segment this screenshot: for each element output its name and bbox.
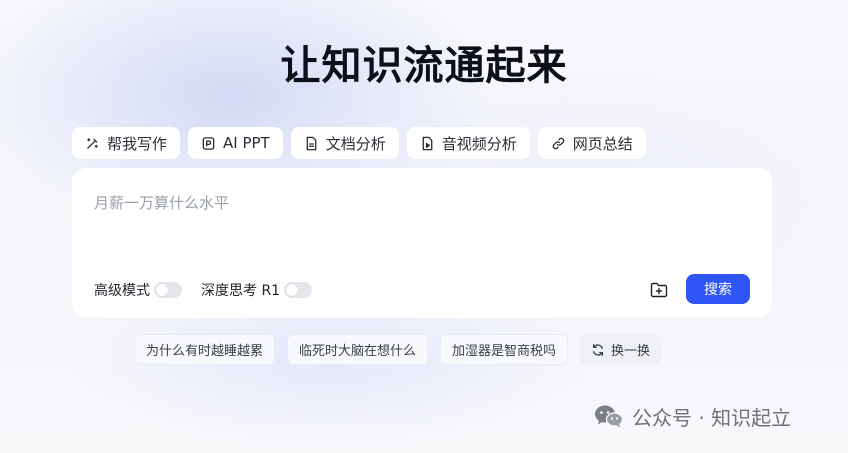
advanced-mode-label: 高级模式 bbox=[94, 283, 150, 299]
tool-media-analysis-label: 音视频分析 bbox=[441, 134, 517, 153]
suggestion-chip[interactable]: 临死时大脑在想什么 bbox=[287, 334, 429, 365]
link-icon bbox=[551, 136, 566, 151]
deep-think-toggle[interactable]: 深度思考 R1 bbox=[201, 280, 313, 300]
tool-ai-ppt-button[interactable]: AI PPT bbox=[188, 127, 283, 159]
refresh-icon bbox=[591, 343, 605, 357]
ppt-icon bbox=[201, 136, 216, 151]
watermark-text: 公众号 · 知识起立 bbox=[632, 406, 792, 430]
deep-think-switch[interactable] bbox=[284, 282, 313, 298]
folder-plus-icon bbox=[649, 280, 669, 300]
refresh-suggestions-button[interactable]: 换一换 bbox=[580, 334, 662, 365]
page-title: 让知识流通起来 bbox=[280, 43, 568, 89]
tool-ai-ppt-label: AI PPT bbox=[223, 134, 270, 152]
upload-file-button[interactable] bbox=[648, 279, 670, 301]
switch-knob bbox=[286, 284, 299, 296]
watermark: 公众号 · 知识起立 bbox=[594, 402, 791, 431]
suggestion-row: 为什么有时越睡越累 临死时大脑在想什么 加湿器是智商税吗 换一换 bbox=[134, 334, 662, 365]
tool-chip-row: 帮我写作 AI PPT 文档分析 音视频分析 网页总结 bbox=[72, 127, 646, 159]
magic-wand-icon bbox=[85, 136, 100, 151]
media-file-icon bbox=[420, 136, 435, 151]
tool-webpage-summary-label: 网页总结 bbox=[572, 134, 633, 153]
tool-writing-label: 帮我写作 bbox=[107, 134, 168, 153]
document-icon bbox=[304, 136, 319, 151]
tool-document-analysis-button[interactable]: 文档分析 bbox=[290, 127, 399, 159]
refresh-label: 换一换 bbox=[611, 344, 651, 359]
tool-document-analysis-label: 文档分析 bbox=[325, 134, 386, 153]
search-card: 高级模式 深度思考 R1 搜索 bbox=[72, 168, 772, 318]
search-input[interactable] bbox=[94, 194, 744, 212]
wechat-icon bbox=[594, 404, 624, 430]
switch-knob bbox=[156, 284, 168, 296]
advanced-mode-switch[interactable] bbox=[154, 282, 182, 298]
tool-webpage-summary-button[interactable]: 网页总结 bbox=[537, 127, 646, 159]
advanced-mode-toggle[interactable]: 高级模式 bbox=[94, 280, 182, 300]
suggestion-chip[interactable]: 为什么有时越睡越累 bbox=[134, 334, 276, 365]
deep-think-label: 深度思考 R1 bbox=[201, 283, 281, 299]
suggestion-chip[interactable]: 加湿器是智商税吗 bbox=[440, 334, 569, 365]
search-button[interactable]: 搜索 bbox=[686, 274, 750, 304]
tool-media-analysis-button[interactable]: 音视频分析 bbox=[406, 127, 530, 159]
tool-writing-button[interactable]: 帮我写作 bbox=[72, 127, 181, 159]
